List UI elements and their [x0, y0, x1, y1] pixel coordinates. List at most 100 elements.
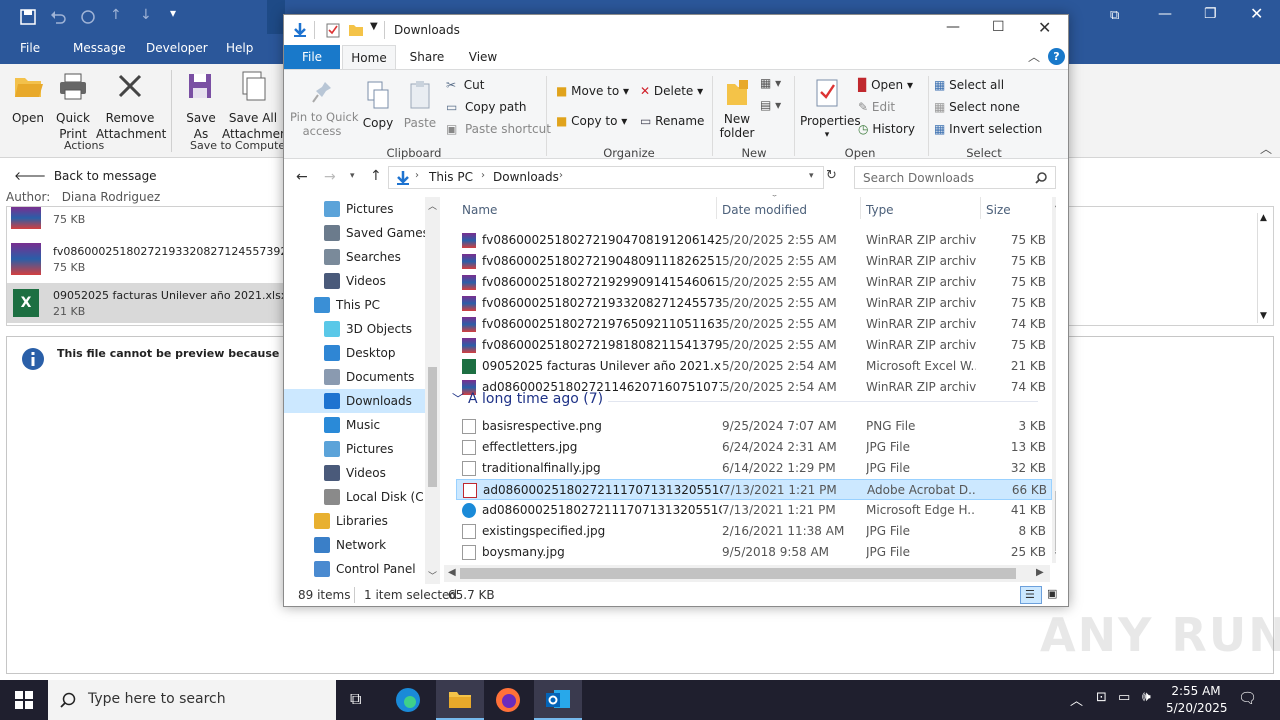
address-dropdown-icon[interactable]: ▾	[809, 171, 814, 181]
breadcrumb-chevron-icon[interactable]: ›	[415, 170, 419, 181]
nav-item[interactable]: Music	[284, 413, 426, 437]
save-icon[interactable]	[20, 9, 36, 25]
minimize-icon[interactable]: —	[946, 19, 960, 35]
back-arrow-icon[interactable]: ←	[296, 169, 308, 185]
nav-item[interactable]: Downloads	[284, 389, 426, 413]
scroll-up-icon[interactable]: ︿	[428, 199, 437, 212]
new-folder-qat-icon[interactable]	[348, 23, 364, 37]
nav-item[interactable]: Videos	[284, 269, 426, 293]
down-arrow-icon[interactable]: ↓	[140, 7, 152, 23]
nav-item[interactable]: Network	[284, 533, 426, 557]
select-none-button[interactable]: ▦ Select none	[934, 100, 1020, 114]
history-button[interactable]: ◷ History	[858, 122, 915, 136]
close-icon[interactable]: ✕	[1250, 4, 1263, 23]
attachment-item-selected[interactable]: X 09052025 facturas Unilever año 2021.xl…	[7, 283, 287, 323]
nav-item[interactable]: Local Disk (C:)	[284, 485, 432, 509]
recent-locations-icon[interactable]: ▾	[350, 171, 355, 181]
delete-button[interactable]: ✕ Delete ▾	[640, 84, 703, 98]
large-icons-view-button[interactable]: ▣	[1044, 586, 1064, 604]
refresh-icon[interactable]: ↻	[826, 168, 837, 183]
edge-taskbar-button[interactable]	[394, 686, 426, 714]
copy-path-button[interactable]: ▭ Copy path	[446, 100, 527, 114]
maximize-icon[interactable]: ☐	[992, 19, 1005, 35]
file-row[interactable]: fv08600025180272190480911182625143.zip5/…	[456, 251, 1052, 272]
file-row[interactable]: boysmany.jpg 9/5/2018 9:58 AM JPG File 25 K…	[456, 542, 1052, 563]
move-to-button[interactable]: ■ Move to ▾	[556, 84, 629, 98]
column-name[interactable]: Name	[462, 203, 497, 217]
invert-selection-button[interactable]: ▦ Invert selection	[934, 122, 1042, 136]
up-folder-icon[interactable]: ↑	[370, 168, 382, 184]
file-row[interactable]: fv08600025180272193320827124557392.zip5/…	[456, 293, 1052, 314]
nav-item[interactable]: This PC	[284, 293, 426, 317]
file-row[interactable]: fv08600025180272192990914154606125.zip5/…	[456, 272, 1052, 293]
scroll-down-icon[interactable]: ▼	[1260, 311, 1267, 321]
menu-message[interactable]: Message	[73, 41, 126, 55]
breadcrumb-downloads[interactable]: Downloads	[493, 170, 559, 184]
nav-item[interactable]: Saved Games	[284, 221, 429, 245]
nav-scrollbar[interactable]: ︿ ﹀	[425, 197, 440, 584]
group-header-long-ago[interactable]: ﹀ A long time ago (7)	[448, 389, 1038, 413]
new-folder-button[interactable]: New folder	[718, 78, 756, 140]
tray-overflow-icon[interactable]: ︿	[1070, 690, 1083, 709]
remove-attachment-button[interactable]: Remove Attachment	[96, 70, 166, 142]
nav-item[interactable]: Libraries	[284, 509, 426, 533]
file-list-vscroll-thumb[interactable]	[1055, 491, 1056, 551]
file-list-hscroll-thumb[interactable]	[460, 568, 1016, 579]
back-to-message-link[interactable]: 🡐 Back to message	[14, 168, 157, 183]
restore-icon[interactable]: ❐	[1204, 6, 1217, 22]
task-view-icon[interactable]: ⧉	[350, 689, 361, 709]
network-icon[interactable]: ▭	[1118, 690, 1130, 705]
collapse-ribbon-icon[interactable]: ︿	[1028, 48, 1040, 65]
save-all-attachments-button[interactable]: Save All Attachmen	[222, 70, 284, 142]
file-list-hscrollbar[interactable]: ◀ ▶	[444, 565, 1050, 582]
column-divider[interactable]	[980, 197, 981, 219]
search-downloads-input[interactable]: Search Downloads	[854, 166, 1056, 189]
menu-help[interactable]: Help	[226, 41, 253, 55]
taskbar-search-box[interactable]: Type here to search	[48, 680, 336, 720]
tab-home[interactable]: Home	[342, 45, 396, 70]
qat-dropdown-icon[interactable]: ▼	[370, 21, 378, 32]
new-item-button[interactable]: ▦ ▾	[760, 76, 781, 90]
column-size[interactable]: Size	[986, 203, 1011, 217]
attachment-list-scrollbar[interactable]: ▲ ▼	[1257, 213, 1271, 323]
paste-shortcut-button[interactable]: ▣ Paste shortcut	[446, 122, 551, 136]
menu-developer[interactable]: Developer	[146, 41, 208, 55]
redo-icon[interactable]	[80, 9, 96, 25]
column-date-modified[interactable]: Date modified	[722, 203, 807, 217]
nav-item[interactable]: Searches	[284, 245, 426, 269]
minimize-icon[interactable]: —	[1158, 6, 1172, 22]
file-row[interactable]: basisrespective.png 9/25/2024 7:07 AM PNG …	[456, 416, 1052, 437]
firefox-taskbar-button[interactable]	[494, 686, 526, 714]
file-row[interactable]: ad08600025180272111707131320551O1.xml7/1…	[456, 500, 1052, 521]
breadcrumb-this-pc[interactable]: This PC	[429, 170, 473, 184]
scroll-down-icon[interactable]: ▼	[1055, 551, 1056, 561]
outlook-taskbar-button[interactable]	[534, 680, 582, 720]
quick-print-button[interactable]: Quick Print	[52, 70, 94, 142]
scroll-up-icon[interactable]: ▲	[1260, 213, 1267, 223]
file-row[interactable]: 09052025 facturas Unilever año 2021.xlsx…	[456, 356, 1052, 377]
easy-access-button[interactable]: ▤ ▾	[760, 98, 781, 112]
address-bar[interactable]: › This PC › Downloads › ▾	[388, 166, 824, 189]
scroll-down-icon[interactable]: ﹀	[428, 569, 437, 582]
properties-button[interactable]: Properties ▾	[800, 78, 861, 142]
up-arrow-icon[interactable]: ↑	[110, 7, 122, 23]
customize-qat-icon[interactable]: ▾	[170, 6, 176, 20]
group-collapse-icon[interactable]: ﹀	[452, 390, 464, 407]
explorer-taskbar-button[interactable]	[436, 680, 484, 720]
column-divider[interactable]	[716, 197, 717, 219]
file-row[interactable]: fv08600025180272197650921105116374.zip5/…	[456, 314, 1052, 335]
edit-button[interactable]: ✎ Edit	[858, 100, 895, 114]
tab-view[interactable]: View	[456, 45, 510, 69]
tray-app-icon[interactable]: ⊡	[1096, 690, 1107, 705]
file-list-vscrollbar[interactable]: ▲ ▼	[1052, 197, 1056, 563]
column-type[interactable]: Type	[866, 203, 894, 217]
notifications-icon[interactable]: 🗨	[1238, 689, 1257, 707]
collapse-ribbon-icon[interactable]: ︿	[1260, 140, 1272, 157]
ribbon-display-icon[interactable]: ⧉	[1110, 8, 1119, 23]
nav-item[interactable]: Pictures	[284, 197, 426, 221]
nav-item[interactable]: Videos	[284, 461, 426, 485]
open-attachment-button[interactable]: Open	[6, 70, 50, 126]
file-row[interactable]: existingspecified.jpg 2/16/2021 11:38 AM J…	[456, 521, 1052, 542]
rename-button[interactable]: ▭ Rename	[640, 114, 704, 128]
forward-arrow-icon[interactable]: →	[324, 169, 336, 185]
